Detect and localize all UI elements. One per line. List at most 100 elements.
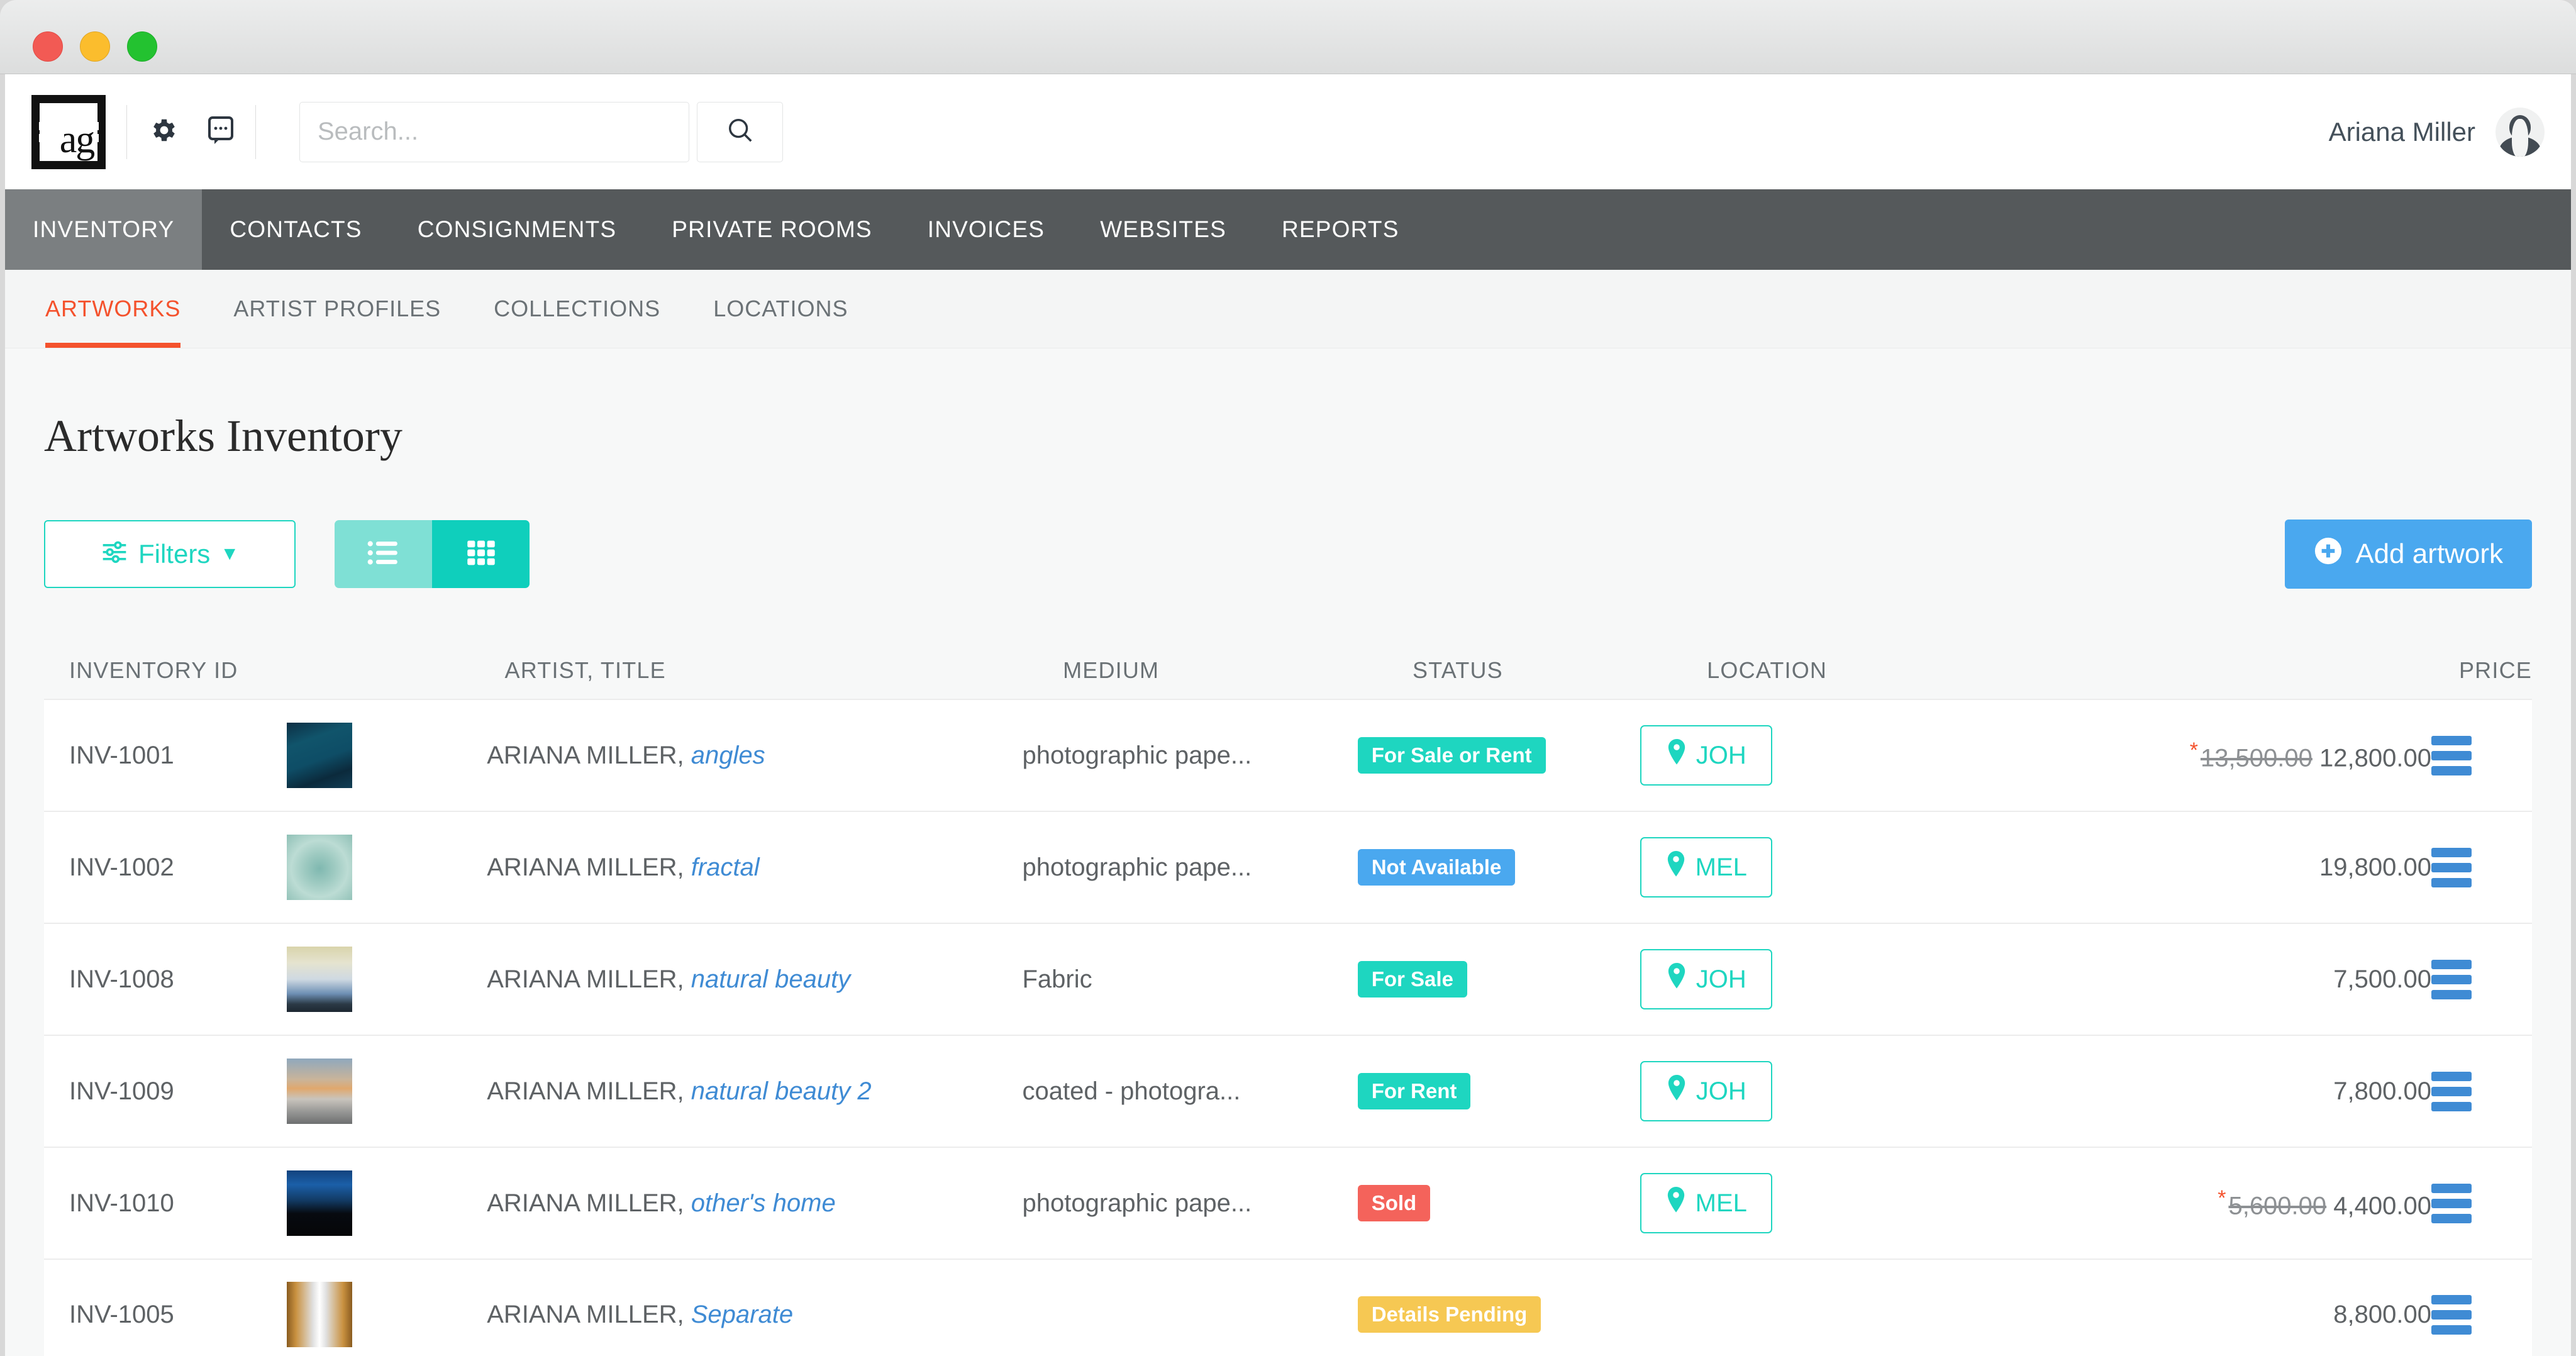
table-row[interactable]: INV-1009ARIANA MILLER, natural beauty 2c… <box>44 1035 2532 1147</box>
artwork-title-link[interactable]: fractal <box>691 853 760 881</box>
maximize-button[interactable] <box>127 31 157 62</box>
status-badge: Sold <box>1358 1185 1431 1221</box>
cell-actions <box>2431 1184 2532 1223</box>
artwork-thumbnail-angles[interactable] <box>287 723 352 788</box>
header-divider-1 <box>126 105 127 159</box>
nav-item-consignments[interactable]: CONSIGNMENTS <box>390 189 645 270</box>
traffic-lights <box>33 31 157 62</box>
map-pin-icon <box>1665 851 1687 884</box>
status-badge: Not Available <box>1358 849 1516 886</box>
cell-artist-title: ARIANA MILLER, other's home <box>487 1189 1022 1218</box>
tab-collections[interactable]: COLLECTIONS <box>467 270 687 348</box>
artist-name: ARIANA MILLER, <box>487 965 691 993</box>
cell-medium: photographic pape... <box>1022 1189 1357 1218</box>
search-area <box>299 102 783 162</box>
cell-status: Sold <box>1358 1185 1640 1221</box>
artwork-thumbnail-natural-beauty-2[interactable] <box>287 1059 352 1124</box>
cell-inventory-id: INV-1002 <box>69 853 287 882</box>
artwork-title-link[interactable]: other's home <box>691 1189 836 1217</box>
column-header-artist-title[interactable]: ARTIST, TITLE <box>505 657 1063 684</box>
row-menu-icon[interactable] <box>2431 960 2472 999</box>
cell-inventory-id: INV-1005 <box>69 1301 287 1329</box>
artwork-title-link[interactable]: natural beauty 2 <box>691 1077 872 1105</box>
cell-inventory-id: INV-1010 <box>69 1189 287 1218</box>
row-menu-icon[interactable] <box>2431 1072 2472 1111</box>
app-header: ag <box>5 74 2571 189</box>
location-button[interactable]: JOH <box>1640 949 1772 1009</box>
cell-artist-title: ARIANA MILLER, natural beauty 2 <box>487 1077 1022 1106</box>
list-view-button[interactable] <box>335 520 432 588</box>
close-button[interactable] <box>33 31 63 62</box>
cell-artist-title: ARIANA MILLER, natural beauty <box>487 965 1022 994</box>
location-label: JOH <box>1696 742 1746 770</box>
nav-item-invoices[interactable]: INVOICES <box>900 189 1072 270</box>
logo-text: ag <box>40 103 114 177</box>
table-row[interactable]: INV-1002ARIANA MILLER, fractalphotograph… <box>44 811 2532 923</box>
grid-view-button[interactable] <box>432 520 530 588</box>
artwork-thumbnail-others-home[interactable] <box>287 1170 352 1236</box>
artwork-thumbnail-fractal[interactable] <box>287 835 352 900</box>
cell-location: MEL <box>1640 1173 2099 1233</box>
gear-icon[interactable] <box>148 115 178 148</box>
location-button[interactable]: MEL <box>1640 837 1772 898</box>
minimize-button[interactable] <box>80 31 110 62</box>
status-badge: For Rent <box>1358 1073 1471 1109</box>
cell-medium: Fabric <box>1022 965 1357 994</box>
table-row[interactable]: INV-1005ARIANA MILLER, SeparateDetails P… <box>44 1259 2532 1356</box>
table-row[interactable]: INV-1008ARIANA MILLER, natural beautyFab… <box>44 923 2532 1035</box>
location-button[interactable]: JOH <box>1640 1061 1772 1121</box>
nav-item-private-rooms[interactable]: PRIVATE ROOMS <box>644 189 899 270</box>
app-logo[interactable]: ag <box>31 95 106 169</box>
nav-item-websites[interactable]: WEBSITES <box>1072 189 1254 270</box>
row-menu-icon[interactable] <box>2431 736 2472 775</box>
row-menu-icon[interactable] <box>2431 1295 2472 1335</box>
table-row[interactable]: INV-1010 ARIANA MILLER, other's homephoto… <box>44 1147 2532 1259</box>
window-title-bar <box>0 0 2576 74</box>
cell-thumbnail <box>287 835 487 900</box>
cell-thumbnail <box>287 1059 487 1124</box>
map-pin-icon <box>1666 963 1687 996</box>
page-title: Artworks Inventory <box>44 348 2532 462</box>
map-pin-icon <box>1665 1187 1687 1220</box>
current-price: 7,500.00 <box>2333 965 2431 993</box>
table-header-row: INVENTORY ID ARTIST, TITLE MEDIUM STATUS… <box>44 642 2532 699</box>
cell-artist-title: ARIANA MILLER, angles <box>487 742 1022 770</box>
nav-item-reports[interactable]: REPORTS <box>1254 189 1427 270</box>
column-header-medium[interactable]: MEDIUM <box>1063 657 1413 684</box>
old-price: 13,500.00 <box>2201 744 2312 772</box>
search-button[interactable] <box>697 102 783 162</box>
cell-actions <box>2431 1072 2532 1111</box>
column-header-inventory-id[interactable]: INVENTORY ID <box>69 657 505 684</box>
artwork-thumbnail-separate[interactable] <box>287 1282 352 1347</box>
sliders-icon <box>101 537 128 571</box>
tab-artist-profiles[interactable]: ARTIST PROFILES <box>207 270 467 348</box>
search-input[interactable] <box>299 102 689 162</box>
column-header-price[interactable]: PRICE <box>2185 657 2532 684</box>
tab-artworks[interactable]: ARTWORKS <box>45 270 207 348</box>
current-price: 4,400.00 <box>2333 1192 2431 1220</box>
table-row[interactable]: INV-1001ARIANA MILLER, anglesphotographi… <box>44 699 2532 811</box>
artwork-title-link[interactable]: natural beauty <box>691 965 851 993</box>
chat-icon[interactable] <box>207 115 235 148</box>
filters-button[interactable]: Filters ▼ <box>44 520 296 588</box>
nav-item-contacts[interactable]: CONTACTS <box>202 189 389 270</box>
add-artwork-button[interactable]: Add artwork <box>2285 520 2532 589</box>
artwork-thumbnail-natural-beauty[interactable] <box>287 947 352 1012</box>
user-area[interactable]: Ariana Miller <box>2329 108 2545 157</box>
nav-item-inventory[interactable]: INVENTORY <box>5 189 202 270</box>
avatar[interactable] <box>2496 108 2545 157</box>
location-button[interactable]: MEL <box>1640 1173 1772 1233</box>
list-view-icon <box>365 535 402 574</box>
artwork-title-link[interactable]: angles <box>691 742 765 769</box>
artwork-title-link[interactable]: Separate <box>691 1301 793 1328</box>
row-menu-icon[interactable] <box>2431 848 2472 887</box>
row-menu-icon[interactable] <box>2431 1184 2472 1223</box>
page-body: Artworks Inventory Filters ▼ <box>5 348 2571 1356</box>
cell-actions <box>2431 848 2532 887</box>
column-header-location[interactable]: LOCATION <box>1707 657 2185 684</box>
tab-locations[interactable]: LOCATIONS <box>687 270 874 348</box>
column-header-status[interactable]: STATUS <box>1413 657 1707 684</box>
location-button[interactable]: JOH <box>1640 725 1772 786</box>
cell-status: For Sale <box>1358 961 1640 998</box>
location-label: MEL <box>1696 853 1747 882</box>
